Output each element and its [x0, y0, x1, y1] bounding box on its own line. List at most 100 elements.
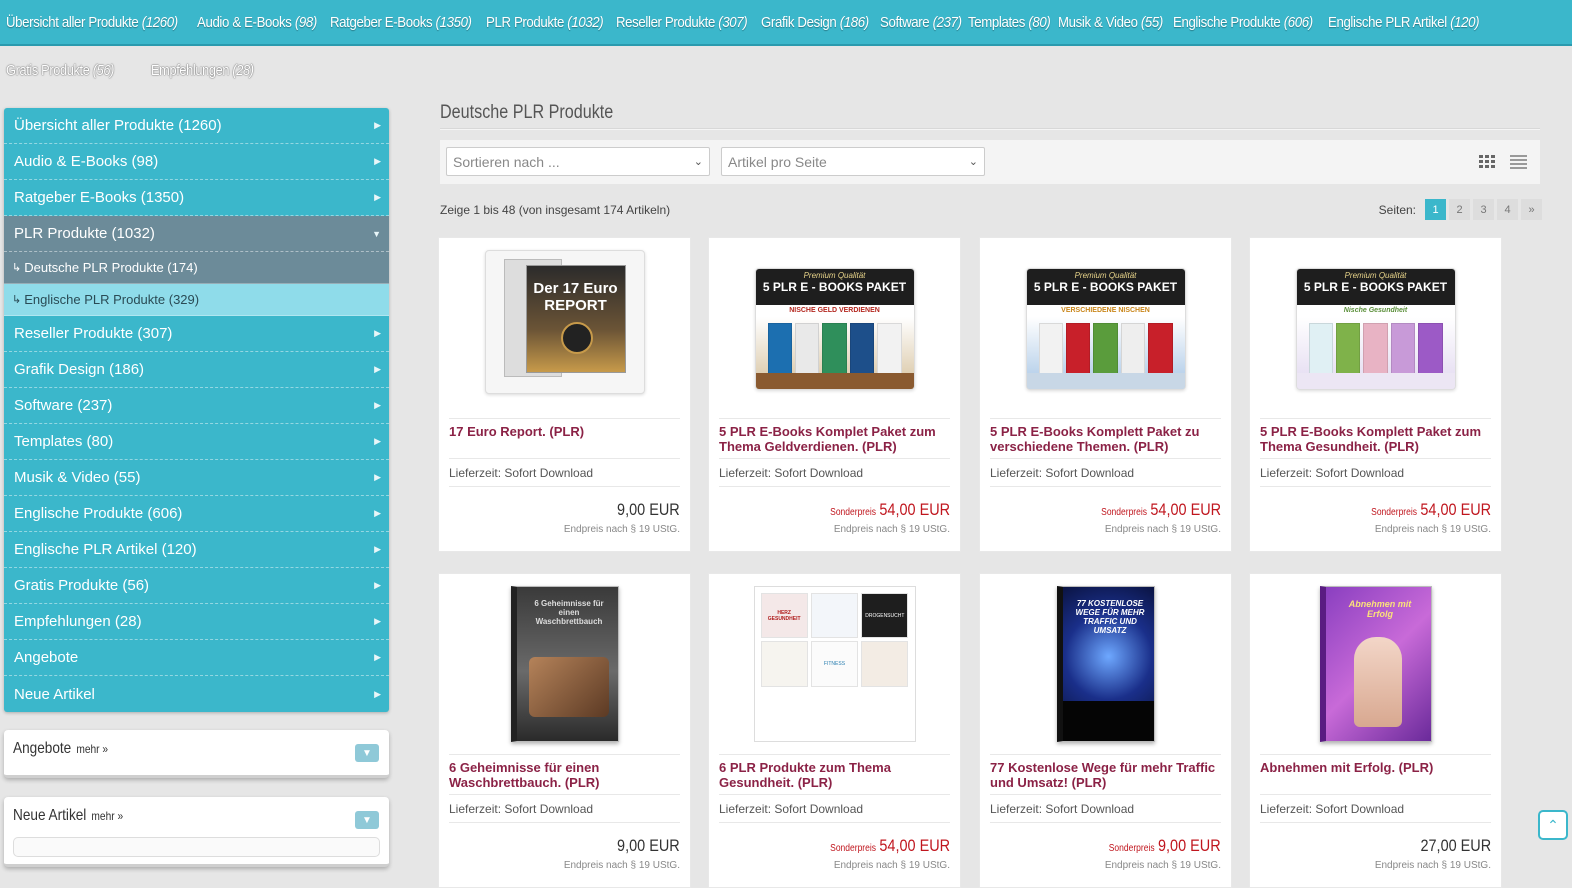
sidebar-item-ratgeber[interactable]: Ratgeber E-Books (1350) ▶	[4, 180, 389, 216]
pagination-label: Seiten:	[1378, 202, 1416, 217]
product-name[interactable]: 77 Kostenlose Wege für mehr Traffic und …	[990, 760, 1221, 790]
delivery-time: Lieferzeit: Sofort Download	[1260, 802, 1405, 816]
tax-note: Endpreis nach § 19 UStG.	[563, 860, 680, 871]
page-link-next[interactable]: »	[1521, 199, 1542, 220]
sidebar-item-empfehlungen[interactable]: Empfehlungen (28) ▶	[4, 604, 389, 640]
product-image[interactable]: Abnehmen mit Erfolg	[1319, 586, 1432, 742]
product-image[interactable]: Premium Qualität 5 PLR E - BOOKS PAKET VE…	[1025, 268, 1186, 390]
product-card[interactable]: 6 Geheimnisse für einen Waschbrettbauch …	[438, 573, 691, 888]
product-image[interactable]: 6 Geheimnisse für einen Waschbrettbauch	[510, 586, 619, 742]
product-card[interactable]: Premium Qualität 5 PLR E - BOOKS PAKET Ni…	[1249, 237, 1502, 552]
per-page-select[interactable]: Artikel pro Seite ⌄	[721, 147, 985, 176]
chevron-right-icon: ▶	[374, 120, 381, 130]
sidebar-item-angebote[interactable]: Angebote ▶	[4, 640, 389, 676]
secondary-navigation: Gratis Produkte (56) Empfehlungen (28)	[6, 60, 266, 80]
grid-view-icon[interactable]	[1479, 155, 1496, 173]
product-card[interactable]: HERZ GESUNDHEIT DROGENSUCHT FITNESS 6 PL…	[708, 573, 961, 888]
product-card[interactable]: 77 KOSTENLOSE WEGE FÜR MEHR TRAFFIC UND …	[979, 573, 1232, 888]
sidebar-item-templates[interactable]: Templates (80) ▶	[4, 424, 389, 460]
chevron-right-icon: ▶	[374, 364, 381, 374]
product-name[interactable]: 5 PLR E-Books Komplett Paket zum Thema G…	[1260, 424, 1491, 454]
clock-icon	[560, 322, 593, 354]
topnav-item-musik-video[interactable]: Musik & Video (55)	[1058, 14, 1163, 31]
product-image[interactable]: Premium Qualität 5 PLR E - BOOKS PAKET NI…	[754, 268, 915, 390]
product-card[interactable]: Premium Qualität 5 PLR E - BOOKS PAKET VE…	[979, 237, 1232, 552]
sidebar-item-software[interactable]: Software (237) ▶	[4, 388, 389, 424]
product-name[interactable]: 6 PLR Produkte zum Thema Gesundheit. (PL…	[719, 760, 950, 790]
sidebar-subitem-englische-plr[interactable]: ↳ Englische PLR Produkte (329)	[4, 284, 389, 316]
chevron-down-icon: ⌄	[693, 156, 703, 168]
chevron-right-icon: ▶	[374, 436, 381, 446]
top-navigation: Übersicht aller Produkte (1260) Audio & …	[0, 0, 1572, 46]
angebote-box: Angebote mehr » ▼	[4, 730, 389, 778]
sidebar-item-audio-ebooks[interactable]: Audio & E-Books (98) ▶	[4, 144, 389, 180]
chevron-down-icon: ▼	[362, 747, 372, 759]
chevron-right-icon: ▶	[374, 192, 381, 202]
subnav-item-empfehlungen[interactable]: Empfehlungen (28)	[151, 62, 254, 79]
sidebar-item-grafik[interactable]: Grafik Design (186) ▶	[4, 352, 389, 388]
delivery-time: Lieferzeit: Sofort Download	[990, 802, 1135, 816]
pagination: Seiten: 1 2 3 4 »	[1379, 199, 1542, 220]
sidebar-item-musik-video[interactable]: Musik & Video (55) ▶	[4, 460, 389, 496]
angebote-more-link[interactable]: mehr »	[76, 742, 108, 756]
topnav-item-uebersicht[interactable]: Übersicht aller Produkte (1260)	[6, 14, 178, 31]
product-card[interactable]: Premium Qualität 5 PLR E - BOOKS PAKET NI…	[708, 237, 961, 552]
delivery-time: Lieferzeit: Sofort Download	[1260, 466, 1405, 480]
sidebar-item-uebersicht[interactable]: Übersicht aller Produkte (1260) ▶	[4, 108, 389, 144]
topnav-item-englische-plr-artikel[interactable]: Englische PLR Artikel (120)	[1328, 14, 1480, 31]
sidebar-item-reseller[interactable]: Reseller Produkte (307) ▶	[4, 316, 389, 352]
product-name[interactable]: 5 PLR E-Books Komplett Paket zu verschie…	[990, 424, 1221, 454]
product-card[interactable]: Abnehmen mit Erfolg Abnehmen mit Erfolg.…	[1249, 573, 1502, 888]
chevron-right-icon: ▶	[374, 616, 381, 626]
topnav-item-englische-produkte[interactable]: Englische Produkte (606)	[1173, 14, 1313, 31]
chevron-right-icon: ▶	[374, 156, 381, 166]
product-price: 9,00 EUR	[617, 500, 680, 519]
sidebar-item-englische-plr-artikel[interactable]: Englische PLR Artikel (120) ▶	[4, 532, 389, 568]
sidebar-subitem-deutsche-plr[interactable]: ↳ Deutsche PLR Produkte (174)	[4, 252, 389, 284]
angebote-toggle-button[interactable]: ▼	[355, 744, 379, 762]
sidebar-item-englische-produkte[interactable]: Englische Produkte (606) ▶	[4, 496, 389, 532]
product-image[interactable]: HERZ GESUNDHEIT DROGENSUCHT FITNESS	[753, 586, 916, 742]
topnav-item-templates[interactable]: Templates (80)	[968, 14, 1051, 31]
scroll-to-top-button[interactable]: ⌃	[1538, 810, 1568, 840]
tax-note: Endpreis nach § 19 UStG.	[563, 524, 680, 535]
neue-artikel-more-link[interactable]: mehr »	[91, 809, 123, 823]
topnav-item-plr[interactable]: PLR Produkte (1032)	[486, 14, 604, 31]
product-name[interactable]: 5 PLR E-Books Komplet Paket zum Thema Ge…	[719, 424, 950, 454]
product-name[interactable]: 17 Euro Report. (PLR)	[449, 424, 680, 439]
chevron-right-icon: ▶	[374, 400, 381, 410]
page-link-2[interactable]: 2	[1449, 199, 1470, 220]
page-link-1[interactable]: 1	[1425, 199, 1446, 220]
product-price: Sonderpreis 54,00 EUR	[830, 836, 950, 855]
category-sidebar: Übersicht aller Produkte (1260) ▶ Audio &…	[4, 108, 389, 712]
topnav-item-reseller[interactable]: Reseller Produkte (307)	[616, 14, 748, 31]
delivery-time: Lieferzeit: Sofort Download	[719, 802, 864, 816]
chevron-right-icon: ▶	[374, 544, 381, 554]
topnav-item-audio-ebooks[interactable]: Audio & E-Books (98)	[197, 14, 317, 31]
neue-artikel-toggle-button[interactable]: ▼	[355, 811, 379, 829]
sidebar-item-neue-artikel[interactable]: Neue Artikel ▶	[4, 676, 389, 712]
product-image[interactable]: Der 17 Euro REPORT	[484, 250, 645, 394]
page-link-3[interactable]: 3	[1473, 199, 1494, 220]
product-price: Sonderpreis 54,00 EUR	[1101, 500, 1221, 519]
chevron-down-icon: ▼	[362, 814, 372, 826]
product-name[interactable]: 6 Geheimnisse für einen Waschbrettbauch.…	[449, 760, 680, 790]
topnav-item-software[interactable]: Software (237)	[880, 14, 962, 31]
sidebar-item-gratis[interactable]: Gratis Produkte (56) ▶	[4, 568, 389, 604]
product-card[interactable]: Der 17 Euro REPORT 17 Euro Report. (PLR)…	[438, 237, 691, 552]
topnav-item-grafik[interactable]: Grafik Design (186)	[761, 14, 869, 31]
sidebar-item-plr[interactable]: PLR Produkte (1032) ▼	[4, 216, 389, 252]
angebote-box-title: Angebote	[13, 740, 72, 757]
delivery-time: Lieferzeit: Sofort Download	[449, 802, 594, 816]
topnav-item-ratgeber[interactable]: Ratgeber E-Books (1350)	[330, 14, 472, 31]
tax-note: Endpreis nach § 19 UStG.	[1374, 860, 1491, 871]
sort-select[interactable]: Sortieren nach ... ⌄	[446, 147, 710, 176]
chevron-right-icon: ▶	[374, 652, 381, 662]
page-link-4[interactable]: 4	[1497, 199, 1518, 220]
product-name[interactable]: Abnehmen mit Erfolg. (PLR)	[1260, 760, 1491, 775]
neue-artikel-box-title: Neue Artikel	[13, 807, 87, 824]
subnav-item-gratis[interactable]: Gratis Produkte (56)	[6, 62, 114, 79]
list-view-icon[interactable]	[1510, 155, 1527, 173]
product-image[interactable]: Premium Qualität 5 PLR E - BOOKS PAKET Ni…	[1295, 268, 1456, 390]
product-image[interactable]: 77 KOSTENLOSE WEGE FÜR MEHR TRAFFIC UND …	[1056, 586, 1155, 742]
